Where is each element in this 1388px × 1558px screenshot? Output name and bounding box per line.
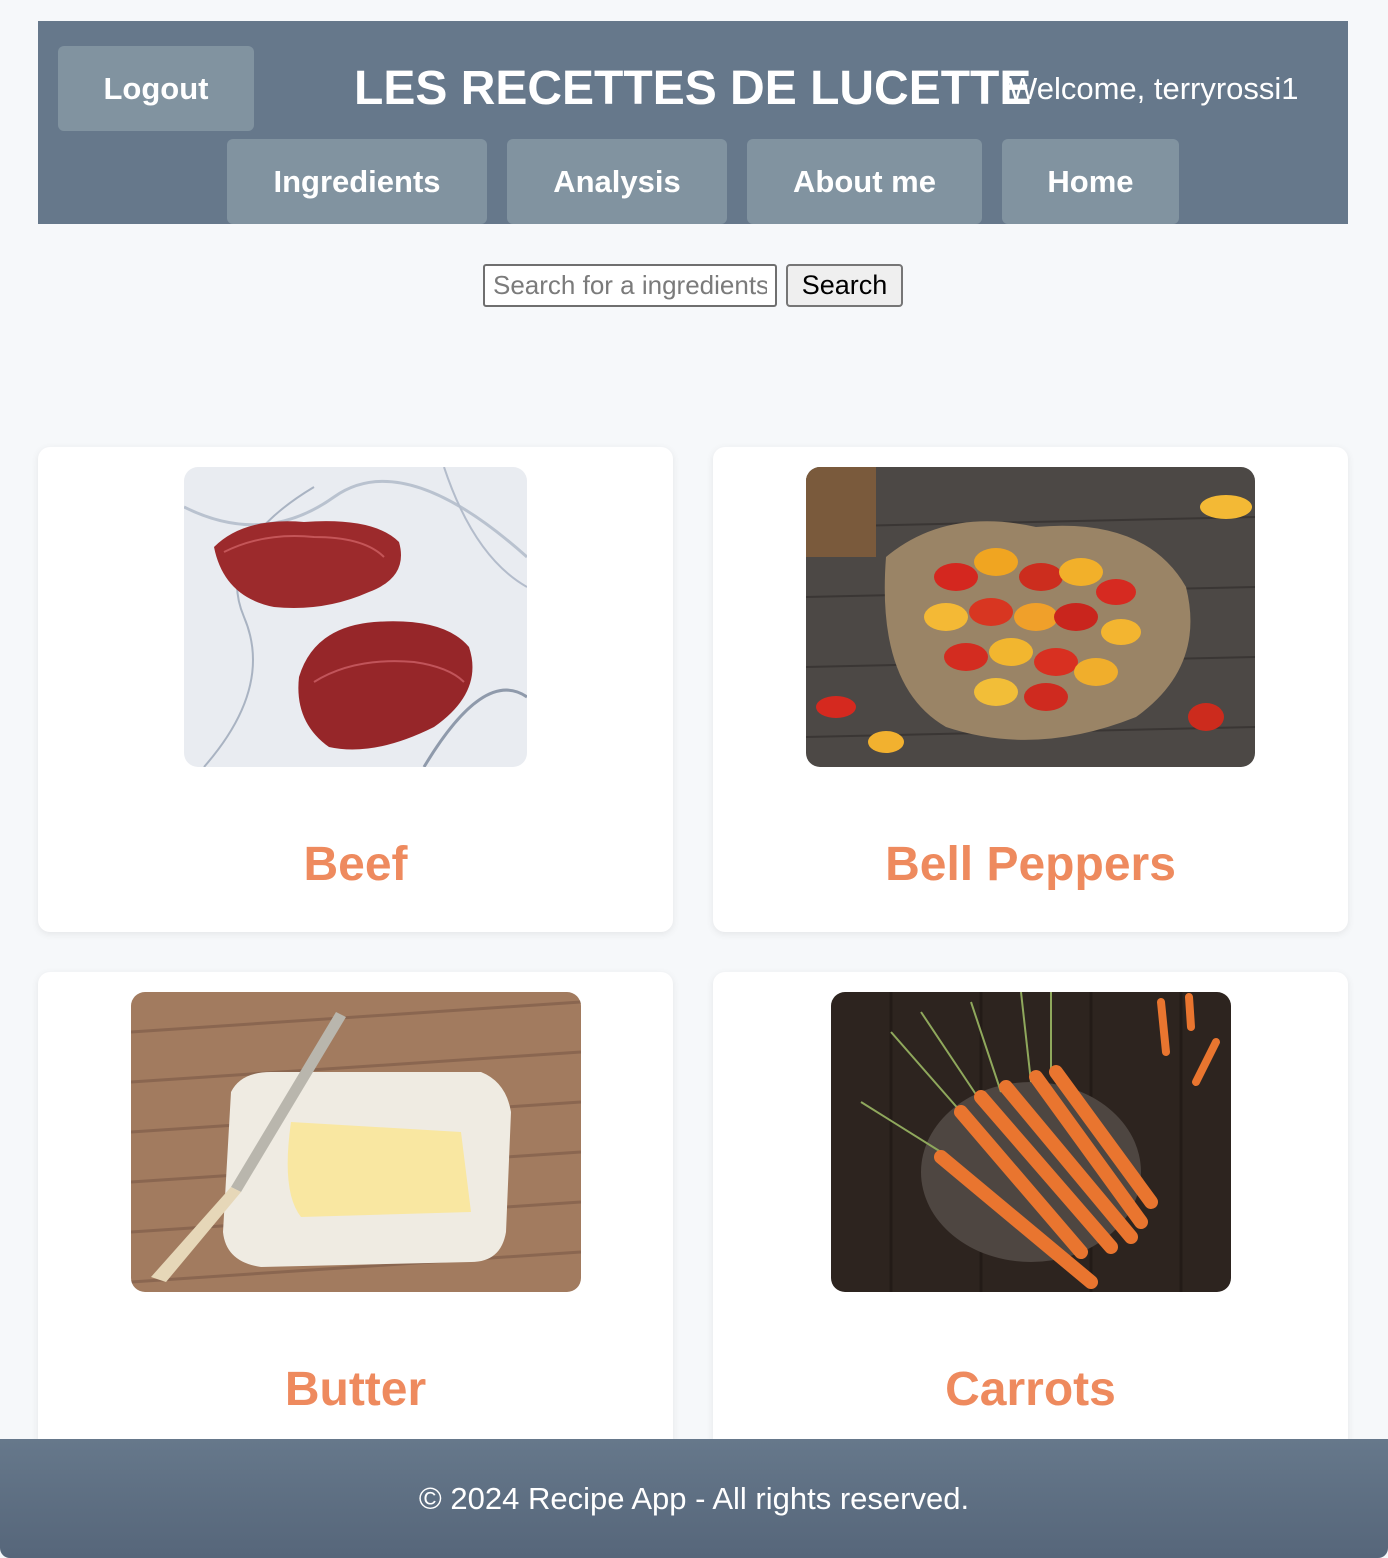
- beef-image: [184, 467, 527, 767]
- ingredient-name: Carrots: [945, 1363, 1116, 1416]
- ingredient-name: Beef: [303, 838, 408, 891]
- nav-analysis-button[interactable]: Analysis: [507, 139, 727, 224]
- footer-copyright: © 2024 Recipe App - All rights reserved.: [418, 1480, 970, 1516]
- app-footer: © 2024 Recipe App - All rights reserved.: [0, 1439, 1388, 1558]
- nav-ingredients-button[interactable]: Ingredients: [227, 139, 487, 224]
- app-header: Logout LES RECETTES DE LUCETTE Welcome, …: [38, 21, 1348, 224]
- nav-home-button[interactable]: Home: [1002, 139, 1179, 224]
- butter-image: [131, 992, 581, 1292]
- ingredient-card-bell-peppers[interactable]: Bell Peppers: [713, 447, 1348, 932]
- ingredient-card-butter[interactable]: Butter: [38, 972, 673, 1457]
- ingredient-card-carrots[interactable]: Carrots: [713, 972, 1348, 1457]
- nav-about-button[interactable]: About me: [747, 139, 982, 224]
- welcome-text: Welcome, terryrossi1: [1008, 71, 1299, 106]
- carrots-image: [831, 992, 1231, 1292]
- ingredient-card-beef[interactable]: Beef: [38, 447, 673, 932]
- search-input[interactable]: [483, 264, 777, 307]
- ingredient-name: Bell Peppers: [885, 838, 1176, 891]
- search-button[interactable]: Search: [786, 264, 903, 307]
- site-title: LES RECETTES DE LUCETTE: [354, 62, 1032, 115]
- bell-peppers-image: [806, 467, 1255, 767]
- ingredient-name: Butter: [284, 1363, 427, 1416]
- logout-button[interactable]: Logout: [58, 46, 254, 131]
